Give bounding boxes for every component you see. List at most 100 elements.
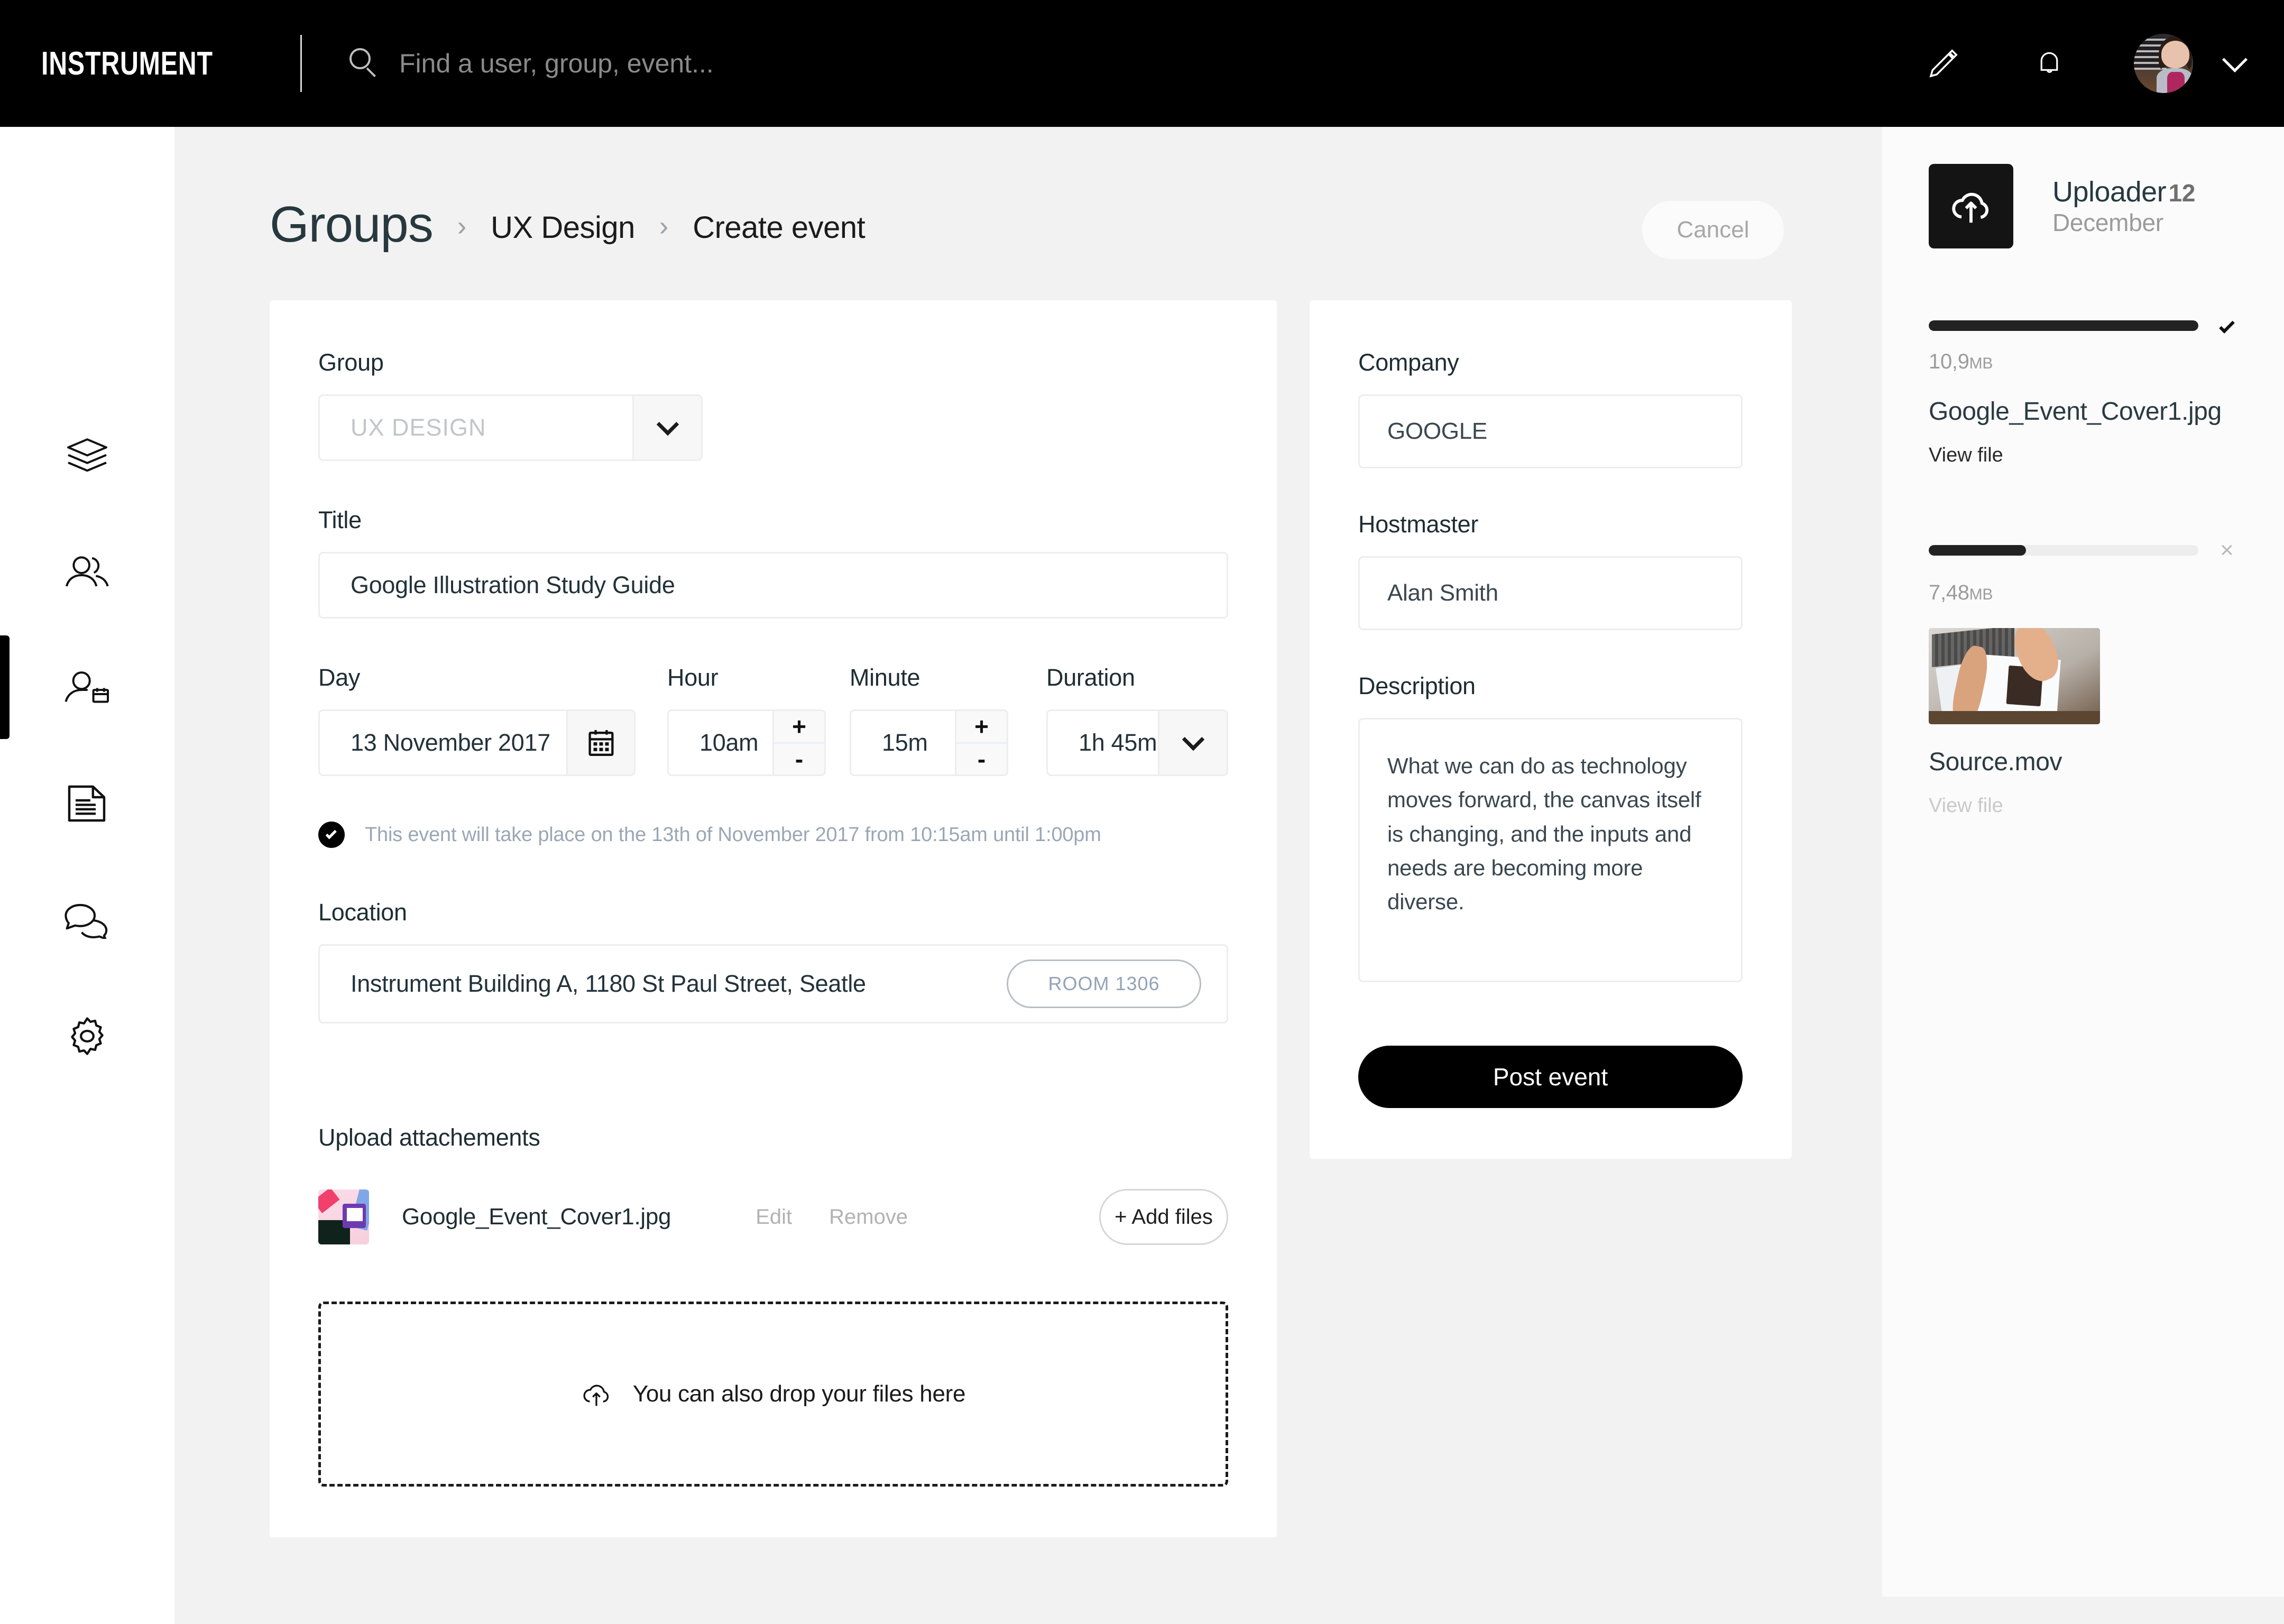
- upload-size-number: 10,9: [1929, 350, 1969, 373]
- group-select-toggle[interactable]: [632, 396, 701, 459]
- sidebar-item-events[interactable]: [0, 629, 174, 745]
- breadcrumb-separator: ›: [457, 211, 467, 242]
- sidebar-item-documents[interactable]: [0, 745, 174, 862]
- chat-icon: [65, 903, 108, 939]
- duration-select[interactable]: 1h 45m: [1046, 709, 1228, 776]
- group-value: UX DESIGN: [351, 414, 486, 441]
- company-label: Company: [1358, 349, 1459, 376]
- breadcrumb: Groups › UX Design › Create event Cancel: [174, 127, 1882, 259]
- calendar-picker-button[interactable]: [566, 711, 634, 774]
- uploader-badge: [1929, 164, 2013, 248]
- global-search[interactable]: [347, 47, 1891, 80]
- hour-increment-button[interactable]: +: [774, 711, 824, 742]
- uploader-panel: Uploader 12 December 10,9MB Google_Event…: [1882, 127, 2284, 1597]
- minute-decrement-button[interactable]: -: [956, 744, 1007, 775]
- day-label: Day: [318, 664, 361, 691]
- cloud-upload-icon: [1952, 192, 1989, 223]
- hour-stepper-controls: + -: [772, 711, 824, 774]
- main-content: Groups › UX Design › Create event Cancel…: [174, 127, 1882, 1624]
- breadcrumb-group[interactable]: UX Design: [491, 210, 635, 245]
- sidebar-item-settings[interactable]: [0, 978, 174, 1094]
- upload-size: 10,9MB: [1929, 350, 2242, 374]
- cancel-upload-button[interactable]: ×: [2212, 539, 2242, 562]
- chevron-down-icon[interactable]: [2222, 47, 2248, 73]
- description-textarea[interactable]: What we can do as technology moves forwa…: [1358, 718, 1743, 982]
- brand-divider: [300, 35, 302, 92]
- progress-bar: [1929, 545, 2198, 556]
- hour-decrement-button[interactable]: -: [774, 744, 824, 775]
- post-event-button[interactable]: Post event: [1358, 1046, 1743, 1108]
- file-dropzone[interactable]: You can also drop your files here: [318, 1302, 1228, 1487]
- minute-increment-button[interactable]: +: [956, 711, 1007, 742]
- company-input[interactable]: GOOGLE: [1358, 394, 1743, 468]
- cancel-button[interactable]: Cancel: [1642, 201, 1784, 259]
- bell-icon: [2040, 52, 2058, 73]
- attachment-remove-link[interactable]: Remove: [829, 1205, 908, 1229]
- event-form-card: Group UX DESIGN Title Google Illustratio…: [270, 300, 1277, 1537]
- upload-size-number: 7,48: [1929, 581, 1969, 604]
- event-details-card: Company GOOGLE Hostmaster Alan Smith Des…: [1310, 300, 1792, 1159]
- chevron-down-icon: [1182, 728, 1204, 751]
- notifications-button[interactable]: [1996, 47, 2102, 80]
- upload-preview-thumbnail: [1929, 628, 2100, 724]
- room-badge[interactable]: ROOM 1306: [1007, 959, 1201, 1008]
- search-input[interactable]: [399, 48, 1245, 79]
- datetime-row: Day 13 November 2017 Hour 10am + - Minut…: [318, 664, 1228, 776]
- duration-value: 1h 45m: [1079, 729, 1157, 756]
- breadcrumb-root[interactable]: Groups: [270, 196, 434, 254]
- edit-button[interactable]: [1891, 47, 1996, 80]
- sidebar-item-users[interactable]: [0, 513, 174, 629]
- duration-label: Duration: [1046, 664, 1135, 691]
- upload-size-unit: MB: [1969, 355, 1993, 372]
- uploader-date-day: 12: [2168, 179, 2196, 207]
- attachment-edit-link[interactable]: Edit: [756, 1205, 792, 1229]
- hostmaster-input[interactable]: Alan Smith: [1358, 556, 1743, 630]
- add-files-button[interactable]: + Add files: [1099, 1189, 1228, 1245]
- upload-progress-row: [1929, 318, 2242, 334]
- minute-label: Minute: [850, 664, 920, 691]
- minute-stepper-controls: + -: [955, 711, 1007, 774]
- minute-value: 15m: [882, 729, 928, 756]
- attachment-row: Google_Event_Cover1.jpg Edit Remove + Ad…: [318, 1189, 1228, 1245]
- upload-view-file-link[interactable]: View file: [1929, 795, 2242, 817]
- group-select[interactable]: UX DESIGN: [318, 394, 703, 461]
- title-value: Google Illustration Study Guide: [351, 571, 675, 598]
- uploader-title-block: Uploader 12 December: [2052, 176, 2242, 237]
- event-confirmation: This event will take place on the 13th o…: [318, 822, 1228, 848]
- upload-view-file-link[interactable]: View file: [1929, 444, 2242, 467]
- minute-stepper[interactable]: 15m + -: [850, 709, 1008, 776]
- location-value: Instrument Building A, 1180 St Paul Stre…: [351, 970, 866, 997]
- avatar[interactable]: [2134, 34, 2193, 93]
- cloud-upload-icon: [583, 1385, 609, 1406]
- group-label: Group: [318, 349, 384, 376]
- calendar-icon: [588, 730, 614, 756]
- title-input[interactable]: Google Illustration Study Guide: [318, 552, 1228, 619]
- upload-attachments-section: Upload attachements Google_Event_Cover1.…: [318, 1124, 1228, 1487]
- hour-label: Hour: [667, 664, 719, 691]
- progress-bar: [1929, 320, 2198, 331]
- upload-filename: Google_Event_Cover1.jpg: [1929, 398, 2222, 426]
- duration-select-toggle[interactable]: [1158, 711, 1227, 774]
- layers-icon: [67, 438, 107, 472]
- left-sidebar: [0, 127, 174, 1624]
- upload-item: 10,9MB Google_Event_Cover1.jpg View file: [1929, 318, 2242, 467]
- uploader-date-month: December: [2052, 209, 2163, 236]
- location-label: Location: [318, 899, 407, 926]
- form-cards: Group UX DESIGN Title Google Illustratio…: [174, 254, 1882, 1537]
- uploader-header: Uploader 12 December: [1929, 164, 2242, 248]
- document-icon: [68, 785, 106, 822]
- sidebar-item-layers[interactable]: [0, 396, 174, 513]
- day-input[interactable]: 13 November 2017: [318, 709, 636, 776]
- upload-size: 7,48MB: [1929, 581, 2242, 605]
- top-bar-actions: [1891, 34, 2248, 93]
- breadcrumb-separator-2: ›: [659, 211, 669, 242]
- hostmaster-label: Hostmaster: [1358, 511, 1479, 538]
- hour-stepper[interactable]: 10am + -: [667, 709, 826, 776]
- location-field: Location Instrument Building A, 1180 St …: [318, 899, 1228, 1023]
- uploader-title: Uploader: [2052, 176, 2167, 208]
- description-label: Description: [1358, 672, 1476, 699]
- hour-value: 10am: [699, 729, 759, 756]
- location-input[interactable]: Instrument Building A, 1180 St Paul Stre…: [318, 944, 1228, 1023]
- upload-item: × 7,48MB Source.mov View file: [1929, 539, 2242, 817]
- sidebar-item-messages[interactable]: [0, 862, 174, 978]
